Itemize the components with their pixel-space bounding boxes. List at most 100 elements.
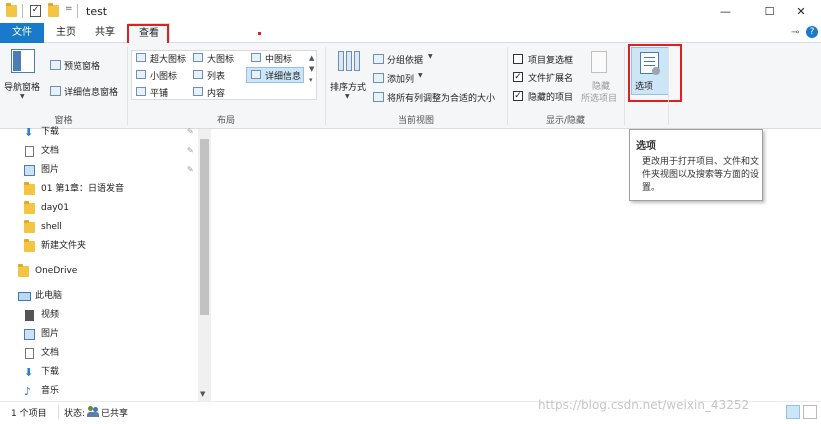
details-pane-icon bbox=[50, 86, 61, 96]
video-icon bbox=[25, 310, 34, 321]
nav-item-folder-new[interactable]: 新建文件夹 bbox=[24, 237, 86, 256]
group-by-icon bbox=[373, 54, 384, 64]
layout-content[interactable]: 内容 bbox=[207, 86, 225, 99]
nav-item-folder-shell[interactable]: shell bbox=[24, 218, 62, 237]
item-count: 1 个项目 bbox=[11, 409, 47, 419]
chevron-down-icon[interactable]: ▼ bbox=[20, 93, 25, 100]
chevron-down-icon[interactable]: ▼ bbox=[428, 53, 433, 60]
tiles-icon bbox=[136, 87, 146, 96]
group-divider bbox=[624, 47, 625, 125]
navigation-pane-button[interactable]: 导航窗格 bbox=[4, 80, 40, 93]
group-by-button[interactable]: 分组依据 bbox=[387, 53, 423, 66]
nav-item-this-pc[interactable]: 此电脑 bbox=[18, 287, 62, 306]
close-button[interactable]: ✕ bbox=[781, 0, 821, 23]
tooltip-title: 选项 bbox=[636, 141, 656, 152]
pictures-icon bbox=[24, 329, 35, 340]
chevron-down-icon[interactable]: ▼ bbox=[345, 93, 350, 100]
small-icons-icon bbox=[136, 70, 146, 79]
window-title: test bbox=[86, 5, 108, 18]
nav-item-documents[interactable]: 文档 bbox=[24, 142, 59, 161]
tab-home[interactable]: 主页 bbox=[49, 23, 83, 43]
nav-item-music[interactable]: ♪ 音乐 bbox=[24, 382, 59, 401]
nav-scrollbar-thumb[interactable] bbox=[200, 139, 209, 315]
layout-small-icons[interactable]: 小图标 bbox=[150, 69, 177, 82]
ribbon-tabs: 文件 主页 共享 查看 ⊸ ? bbox=[0, 23, 821, 46]
red-dot bbox=[258, 32, 261, 35]
help-icon[interactable]: ? bbox=[806, 26, 818, 38]
hidden-items-label: 隐藏的项目 bbox=[528, 93, 574, 103]
tooltip-body: 更改用于打开项目、文件和文件夹视图以及搜索等方面的设置。 bbox=[642, 157, 760, 193]
layout-extra-large-icons[interactable]: 超大图标 bbox=[150, 52, 186, 65]
details-icon bbox=[251, 70, 261, 79]
preview-pane-button[interactable]: 预览窗格 bbox=[64, 59, 100, 72]
chevron-down-icon[interactable]: ▼ bbox=[418, 72, 423, 79]
nav-item-downloads[interactable]: ⬇ 下载 bbox=[24, 123, 59, 142]
watermark: https://blog.csdn.net/weixin_43252 bbox=[538, 398, 750, 412]
layout-tiles[interactable]: 平铺 bbox=[150, 86, 168, 99]
details-pane-button[interactable]: 详细信息窗格 bbox=[64, 85, 118, 98]
new-folder-icon[interactable] bbox=[48, 3, 59, 17]
nav-item-pictures[interactable]: 图片 bbox=[24, 161, 59, 180]
details-view-icon[interactable] bbox=[786, 405, 800, 419]
properties-icon[interactable]: ✓ bbox=[30, 5, 41, 17]
pictures-icon bbox=[24, 165, 35, 176]
status-value: 已共享 bbox=[101, 409, 129, 419]
layout-details[interactable]: 详细信息 bbox=[265, 69, 301, 82]
sort-by-button[interactable]: 排序方式 bbox=[330, 80, 366, 93]
pin-ribbon-icon[interactable]: ⊸ bbox=[791, 27, 799, 38]
tab-file[interactable]: 文件 bbox=[0, 23, 44, 43]
download-icon: ⬇ bbox=[24, 366, 34, 379]
gallery-scroll-icon[interactable]: ▲ ▼ ▾ bbox=[309, 53, 314, 86]
extra-large-icons-icon bbox=[136, 53, 146, 62]
hidden-items-checkbox[interactable]: ✓ bbox=[513, 91, 523, 101]
layout-medium-icons[interactable]: 中图标 bbox=[265, 52, 292, 65]
navigation-pane: ⬇ 下载 ✎ 文档 ✎ 图片 ✎ 01 第1章：日语发音 day01 shell… bbox=[0, 126, 211, 401]
computer-icon bbox=[18, 292, 31, 301]
folder-icon bbox=[24, 220, 35, 233]
title-bar: ✓ = test — ☐ ✕ bbox=[0, 0, 821, 23]
scroll-down-icon[interactable]: ▼ bbox=[200, 390, 205, 398]
group-label-show-hide: 显示/隐藏 bbox=[545, 116, 586, 126]
sort-by-icon bbox=[338, 49, 360, 73]
nav-item-folder-day01[interactable]: day01 bbox=[24, 199, 69, 218]
size-all-columns-icon bbox=[373, 92, 384, 102]
nav-item-pc-pictures[interactable]: 图片 bbox=[24, 325, 59, 344]
nav-item-pc-documents[interactable]: 文档 bbox=[24, 344, 59, 363]
minimize-button[interactable]: — bbox=[703, 0, 748, 23]
nav-item-folder-ch1[interactable]: 01 第1章：日语发音 bbox=[24, 180, 124, 199]
file-extensions-label: 文件扩展名 bbox=[528, 74, 574, 84]
divider bbox=[58, 405, 59, 419]
folder-icon bbox=[24, 182, 35, 195]
large-icons-view-icon[interactable] bbox=[803, 405, 817, 419]
divider bbox=[22, 4, 23, 18]
folder-icon bbox=[24, 201, 35, 214]
nav-item-onedrive[interactable]: OneDrive bbox=[18, 262, 77, 281]
status-label: 状态: bbox=[64, 409, 86, 419]
add-columns-icon bbox=[373, 73, 384, 83]
nav-item-pc-downloads[interactable]: ⬇ 下载 bbox=[24, 363, 59, 382]
layout-list[interactable]: 列表 bbox=[207, 69, 225, 82]
quick-access-dropdown-icon[interactable]: = bbox=[65, 4, 73, 14]
options-tooltip: 选项 更改用于打开项目、文件和文件夹视图以及搜索等方面的设置。 bbox=[629, 129, 763, 201]
hide-selected-label-2: 所选项目 bbox=[581, 94, 618, 104]
pin-icon[interactable]: ✎ bbox=[187, 146, 194, 155]
navigation-pane-icon[interactable] bbox=[11, 49, 35, 73]
pin-icon[interactable]: ✎ bbox=[187, 165, 194, 174]
layout-large-icons[interactable]: 大图标 bbox=[207, 52, 234, 65]
file-extensions-checkbox[interactable]: ✓ bbox=[513, 72, 523, 82]
nav-item-videos[interactable]: 视频 bbox=[24, 306, 59, 325]
content-icon bbox=[193, 87, 203, 96]
item-checkboxes-label: 项目复选框 bbox=[528, 56, 574, 66]
add-columns-button[interactable]: 添加列 bbox=[387, 72, 414, 85]
size-all-columns-button[interactable]: 将所有列调整为合适的大小 bbox=[387, 91, 495, 104]
folder-icon bbox=[24, 239, 35, 252]
preview-pane-icon bbox=[50, 60, 61, 70]
pin-icon[interactable]: ✎ bbox=[187, 127, 194, 136]
document-icon bbox=[25, 146, 34, 157]
item-checkboxes-checkbox[interactable] bbox=[513, 54, 523, 64]
medium-icons-icon bbox=[251, 53, 261, 62]
group-label-current-view: 当前视图 bbox=[397, 116, 434, 126]
tab-share[interactable]: 共享 bbox=[88, 23, 122, 43]
divider bbox=[77, 4, 78, 18]
ribbon: 导航窗格 ▼ 预览窗格 详细信息窗格 窗格 超大图标 大图标 中图标 小图标 列… bbox=[0, 43, 821, 129]
